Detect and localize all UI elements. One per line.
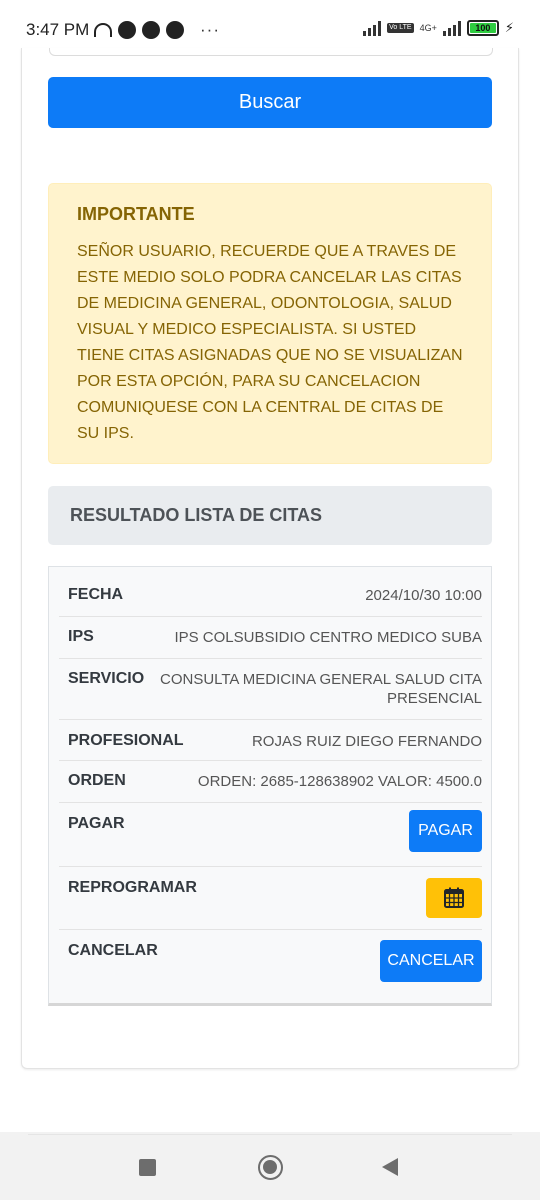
search-field-edge[interactable]: [49, 48, 493, 56]
chrome-icon: [166, 21, 184, 39]
search-button[interactable]: Buscar: [48, 77, 492, 128]
facebook-icon: [142, 21, 160, 39]
pay-button[interactable]: PAGAR: [409, 810, 482, 852]
alert-body: SEÑOR USUARIO, RECUERDE QUE A TRAVES DE …: [77, 243, 463, 442]
appointment-table: FECHA 2024/10/30 10:00 IPS IPS COLSUBSID…: [48, 566, 492, 1006]
alert-title: IMPORTANTE: [77, 204, 195, 224]
fecha-label: FECHA: [68, 586, 124, 603]
navigation-bar: [0, 1132, 540, 1200]
reschedule-button[interactable]: [426, 878, 482, 918]
system-icons: Vo LTE 4G+ 100 ⚡: [363, 20, 514, 36]
divider: [28, 1134, 512, 1135]
profesional-value: ROJAS RUIZ DIEGO FERNANDO: [251, 733, 482, 750]
table-row-profesional: PROFESIONAL ROJAS RUIZ DIEGO FERNANDO: [59, 720, 482, 761]
notification-icons: ···: [94, 20, 220, 40]
network-type: 4G+: [419, 22, 437, 33]
back-icon[interactable]: [382, 1158, 398, 1176]
pagar-label: PAGAR: [68, 815, 125, 832]
orden-label: ORDEN: [68, 772, 126, 789]
clock: 3:47 PM: [26, 20, 90, 39]
table-row-cancelar: CANCELAR CANCELAR: [59, 930, 482, 992]
home-icon[interactable]: [258, 1155, 283, 1180]
cancelar-label: CANCELAR: [68, 942, 158, 959]
profesional-label: PROFESIONAL: [68, 732, 184, 749]
cancel-button[interactable]: CANCELAR: [380, 940, 482, 982]
table-row-ips: IPS IPS COLSUBSIDIO CENTRO MEDICO SUBA: [59, 617, 482, 659]
battery-icon: 100: [466, 20, 499, 36]
table-row-servicio: SERVICIO CONSULTA MEDICINA GENERAL SALUD…: [59, 659, 482, 720]
snapchat-icon: [118, 21, 136, 39]
table-row-fecha: FECHA 2024/10/30 10:00: [59, 575, 482, 617]
servicio-label: SERVICIO: [68, 670, 145, 687]
more-notifications-icon: ···: [200, 20, 220, 39]
ips-value: IPS COLSUBSIDIO CENTRO MEDICO SUBA: [174, 629, 482, 646]
signal-icon: [363, 20, 382, 36]
signal-icon-2: [442, 20, 461, 36]
servicio-value-line1: CONSULTA MEDICINA GENERAL SALUD CITA: [159, 671, 482, 688]
reprogramar-label: REPROGRAMAR: [68, 879, 197, 896]
recents-icon[interactable]: [139, 1159, 156, 1176]
charging-icon: ⚡: [504, 20, 514, 35]
table-row-reprogramar: REPROGRAMAR: [59, 867, 482, 930]
battery-level: 100: [469, 23, 496, 33]
volte-badge: Vo LTE: [387, 23, 414, 33]
headphones-icon: [94, 23, 112, 37]
ips-label: IPS: [68, 628, 94, 645]
important-alert: IMPORTANTE SEÑOR USUARIO, RECUERDE QUE A…: [48, 183, 492, 464]
fecha-value: 2024/10/30 10:00: [365, 587, 482, 604]
servicio-value-line2: PRESENCIAL: [386, 690, 482, 707]
table-row-pagar: PAGAR PAGAR: [59, 803, 482, 867]
calendar-icon: [444, 887, 464, 908]
orden-value: ORDEN: 2685-128638902 VALOR: 4500.0: [197, 773, 482, 790]
table-row-orden: ORDEN ORDEN: 2685-128638902 VALOR: 4500.…: [59, 761, 482, 803]
results-heading: RESULTADO LISTA DE CITAS: [48, 486, 492, 545]
